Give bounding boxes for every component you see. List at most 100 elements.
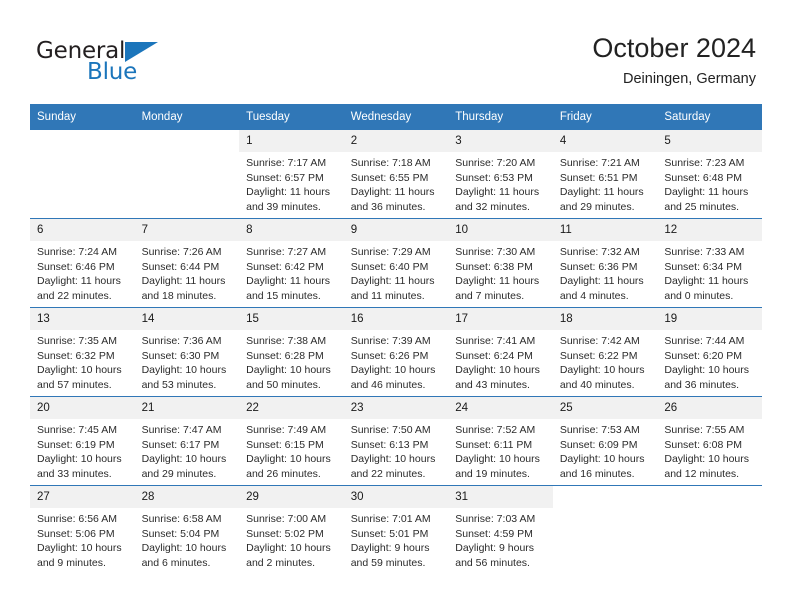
day-number: 26 (657, 397, 762, 419)
daylight-duration-line2: and 59 minutes. (350, 556, 426, 569)
daylight-duration-line1: Daylight: 10 hours (141, 364, 227, 377)
daylight-duration-line1: Daylight: 11 hours (559, 186, 644, 199)
day-details: Sunrise: 7:29 AM Sunset: 6:40 PM Daylight:… (344, 241, 449, 303)
day-cell-inner: 3 Sunrise: 7:20 AM Sunset: 6:53 PM Daylight… (448, 130, 553, 218)
day-number: 1 (239, 130, 344, 152)
sunrise-time: Sunrise: 7:52 AM (455, 424, 536, 436)
day-cell-inner: 27 Sunrise: 6:56 AM Sunset: 5:06 PM Dayligh… (30, 486, 135, 574)
daylight-duration-line2: and 26 minutes. (246, 467, 321, 480)
sunrise-time: Sunrise: 7:50 AM (350, 424, 431, 436)
daylight-duration-line2: and 0 minutes. (664, 289, 734, 302)
daylight-duration-line1: Daylight: 11 hours (37, 275, 121, 288)
day-details: Sunrise: 7:30 AM Sunset: 6:38 PM Daylight:… (448, 241, 553, 303)
day-details: Sunrise: 7:53 AM Sunset: 6:09 PM Daylight:… (553, 419, 658, 481)
day-details: Sunrise: 7:17 AM Sunset: 6:57 PM Daylight:… (239, 152, 344, 214)
day-number: 25 (552, 397, 658, 419)
day-details: Sunrise: 7:38 AM Sunset: 6:28 PM Daylight:… (239, 330, 344, 392)
calendar-day-cell: 23 Sunrise: 7:50 AM Sunset: 6:13 PM Dayligh… (343, 396, 449, 486)
weekday-header-thursday: Thursday (448, 104, 553, 130)
day-number: 27 (30, 486, 135, 508)
day-cell-inner (30, 130, 135, 218)
calendar-day-cell: 19 Sunrise: 7:44 AM Sunset: 6:20 PM Dayligh… (657, 307, 762, 397)
calendar-cell-empty (552, 485, 658, 574)
daylight-duration-line2: and 12 minutes. (664, 467, 740, 480)
day-cell-inner: 29 Sunrise: 7:00 AM Sunset: 5:02 PM Dayligh… (239, 486, 344, 574)
daylight-duration-line2: and 57 minutes. (37, 378, 112, 391)
daylight-duration-line2: and 7 minutes. (455, 289, 525, 302)
daylight-duration-line2: and 2 minutes. (246, 556, 316, 569)
day-cell-inner: 5 Sunrise: 7:23 AM Sunset: 6:48 PM Daylight… (657, 130, 762, 218)
sunrise-time: Sunrise: 7:42 AM (559, 335, 640, 347)
calendar-page: General Blue October 2024 Deiningen, Ger… (0, 0, 792, 612)
daylight-duration-line1: Daylight: 10 hours (141, 542, 227, 555)
day-number: 4 (552, 130, 658, 152)
day-number: 14 (134, 308, 240, 330)
calendar-day-cell: 11 Sunrise: 7:32 AM Sunset: 6:36 PM Dayligh… (552, 218, 658, 308)
calendar-day-cell: 20 Sunrise: 7:45 AM Sunset: 6:19 PM Dayligh… (30, 396, 135, 486)
page-subtitle: Deiningen, Germany (623, 71, 756, 87)
general-blue-logo[interactable]: General Blue (36, 38, 226, 90)
daylight-duration-line2: and 39 minutes. (246, 200, 321, 213)
daylight-duration-line2: and 25 minutes. (664, 200, 740, 213)
weekday-header-sunday: Sunday (30, 104, 135, 130)
day-cell-inner: 12 Sunrise: 7:33 AM Sunset: 6:34 PM Dayligh… (657, 219, 762, 307)
day-number: 10 (448, 219, 553, 241)
sunrise-time: Sunrise: 7:21 AM (559, 157, 640, 169)
weekday-header-monday: Monday (134, 104, 240, 130)
day-number: 9 (343, 219, 449, 241)
day-cell-inner: 8 Sunrise: 7:27 AM Sunset: 6:42 PM Daylight… (239, 219, 344, 307)
calendar-day-cell: 29 Sunrise: 7:00 AM Sunset: 5:02 PM Dayligh… (239, 485, 344, 574)
daylight-duration-line1: Daylight: 11 hours (350, 275, 435, 288)
calendar-day-cell: 6 Sunrise: 7:24 AM Sunset: 6:46 PM Daylight… (30, 218, 135, 308)
sunset-time: Sunset: 6:38 PM (455, 260, 533, 273)
sunrise-time: Sunrise: 7:30 AM (455, 246, 536, 258)
day-cell-inner: 21 Sunrise: 7:47 AM Sunset: 6:17 PM Dayligh… (134, 397, 240, 485)
day-details: Sunrise: 7:03 AM Sunset: 4:59 PM Daylight:… (448, 508, 553, 570)
calendar-day-cell: 31 Sunrise: 7:03 AM Sunset: 4:59 PM Dayligh… (448, 485, 553, 574)
calendar-day-cell: 15 Sunrise: 7:38 AM Sunset: 6:28 PM Dayligh… (239, 307, 344, 397)
daylight-duration-line2: and 40 minutes. (559, 378, 635, 391)
daylight-duration-line2: and 36 minutes. (664, 378, 740, 391)
day-cell-inner: 30 Sunrise: 7:01 AM Sunset: 5:01 PM Dayligh… (343, 486, 449, 574)
day-cell-inner: 18 Sunrise: 7:42 AM Sunset: 6:22 PM Dayligh… (552, 308, 658, 396)
sunrise-time: Sunrise: 7:36 AM (141, 335, 222, 347)
sunrise-time: Sunrise: 7:27 AM (246, 246, 327, 258)
calendar-day-cell: 9 Sunrise: 7:29 AM Sunset: 6:40 PM Daylight… (343, 218, 449, 308)
daylight-duration-line2: and 16 minutes. (559, 467, 635, 480)
daylight-duration-line1: Daylight: 11 hours (664, 186, 749, 199)
daylight-duration-line2: and 43 minutes. (455, 378, 530, 391)
day-details: Sunrise: 7:41 AM Sunset: 6:24 PM Daylight:… (448, 330, 553, 392)
calendar-day-cell: 16 Sunrise: 7:39 AM Sunset: 6:26 PM Dayligh… (343, 307, 449, 397)
calendar-day-cell: 4 Sunrise: 7:21 AM Sunset: 6:51 PM Daylight… (552, 130, 658, 219)
sunrise-time: Sunrise: 7:45 AM (37, 424, 117, 436)
sunset-time: Sunset: 6:09 PM (559, 438, 638, 451)
daylight-duration-line2: and 53 minutes. (141, 378, 217, 391)
day-cell-inner: 1 Sunrise: 7:17 AM Sunset: 6:57 PM Daylight… (239, 130, 344, 218)
sunrise-time: Sunrise: 7:17 AM (246, 157, 327, 169)
day-details: Sunrise: 7:33 AM Sunset: 6:34 PM Daylight:… (657, 241, 762, 303)
daylight-duration-line2: and 9 minutes. (37, 556, 106, 569)
sunset-time: Sunset: 5:01 PM (350, 527, 429, 540)
sunrise-sunset-calendar: Sunday Monday Tuesday Wednesday Thursday… (30, 104, 762, 574)
daylight-duration-line2: and 56 minutes. (455, 556, 530, 569)
sunset-time: Sunset: 6:51 PM (559, 171, 638, 184)
calendar-cell-empty (30, 130, 135, 219)
sunset-time: Sunset: 6:24 PM (455, 349, 533, 362)
day-number (30, 130, 135, 152)
calendar-day-cell: 3 Sunrise: 7:20 AM Sunset: 6:53 PM Daylight… (448, 130, 553, 219)
daylight-duration-line1: Daylight: 10 hours (559, 364, 645, 377)
daylight-duration-line1: Daylight: 9 hours (455, 542, 535, 555)
day-cell-inner: 20 Sunrise: 7:45 AM Sunset: 6:19 PM Dayligh… (30, 397, 135, 485)
day-cell-inner: 2 Sunrise: 7:18 AM Sunset: 6:55 PM Daylight… (343, 130, 449, 218)
daylight-duration-line2: and 15 minutes. (246, 289, 321, 302)
day-details: Sunrise: 7:35 AM Sunset: 6:32 PM Daylight:… (30, 330, 135, 392)
calendar-body: 1 Sunrise: 7:17 AM Sunset: 6:57 PM Daylight… (30, 130, 762, 574)
daylight-duration-line2: and 29 minutes. (559, 200, 635, 213)
daylight-duration-line2: and 50 minutes. (246, 378, 321, 391)
day-details: Sunrise: 6:58 AM Sunset: 5:04 PM Daylight:… (135, 508, 240, 570)
day-number: 2 (343, 130, 449, 152)
sunrise-time: Sunrise: 7:41 AM (455, 335, 536, 347)
sunset-time: Sunset: 4:59 PM (455, 527, 533, 540)
daylight-duration-line1: Daylight: 10 hours (664, 364, 750, 377)
daylight-duration-line1: Daylight: 11 hours (246, 275, 330, 288)
